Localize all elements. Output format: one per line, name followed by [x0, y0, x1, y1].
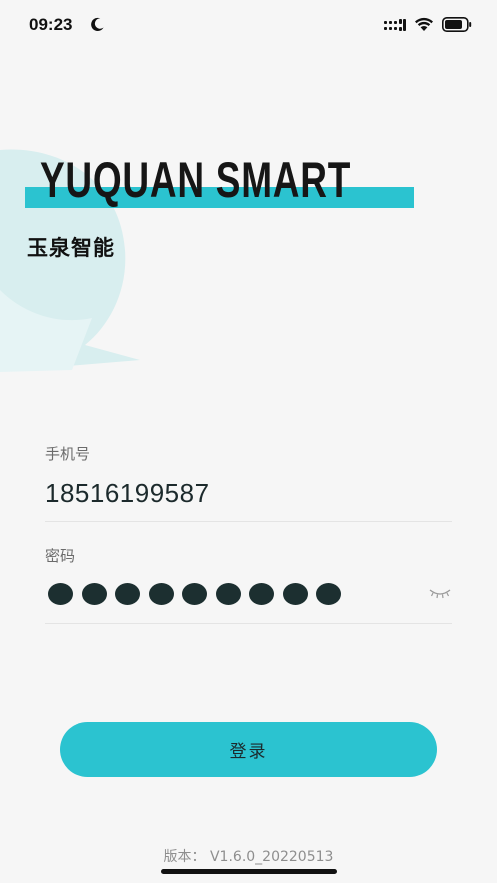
password-dot: [182, 583, 207, 605]
signal-icon: [384, 19, 406, 31]
password-input[interactable]: [48, 583, 341, 605]
password-dot: [81, 583, 107, 605]
password-dot: [249, 583, 274, 605]
phone-label: 手机号: [45, 445, 91, 463]
password-label: 密码: [45, 547, 76, 565]
password-dot: [148, 583, 174, 605]
moon-icon: [91, 17, 104, 31]
login-button[interactable]: 登录: [60, 722, 437, 777]
status-time: 09:23: [29, 15, 73, 34]
phone-divider: [45, 521, 452, 522]
status-bar: 09:23: [0, 0, 497, 50]
brand-chinese-name: 玉泉智能: [27, 236, 115, 260]
password-dot: [48, 583, 73, 605]
password-dot: [215, 583, 241, 605]
eye-closed-icon[interactable]: [429, 587, 451, 599]
version-text: 版本： V1.6.0_20220513: [163, 849, 334, 865]
brand-logo-text: YUQUAN SMART: [40, 152, 352, 208]
home-indicator[interactable]: [161, 869, 337, 874]
password-dot: [282, 583, 308, 605]
password-dot: [115, 583, 140, 605]
phone-input[interactable]: 18516199587: [45, 478, 210, 509]
password-dot: [316, 583, 341, 605]
wifi-icon: [415, 17, 433, 31]
password-divider: [45, 623, 452, 624]
login-screen: 09:23 YUQUAN SMART 玉泉智能 手机号 18516199587 …: [0, 0, 497, 883]
battery-icon: [442, 17, 472, 32]
